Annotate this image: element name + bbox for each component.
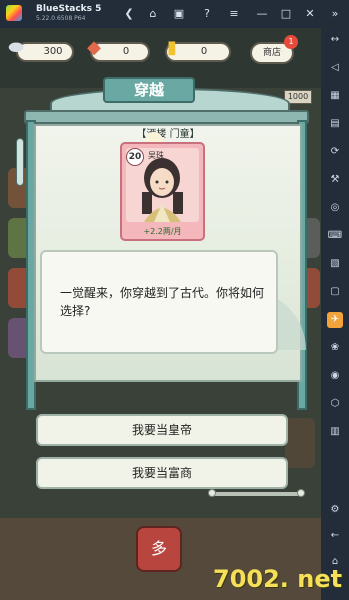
menu-icon[interactable]: ≡ (226, 6, 242, 22)
app-title: BlueStacks 5 (36, 4, 102, 14)
install-apk-icon[interactable]: ▧ (327, 256, 343, 272)
home-icon[interactable]: ⌂ (145, 6, 161, 22)
character-level: 20 (126, 148, 144, 166)
shake-icon[interactable]: ❀ (327, 340, 343, 356)
nav-back-icon[interactable]: ← (327, 528, 343, 544)
background-character (285, 418, 315, 468)
maximize-icon[interactable]: □ (278, 6, 294, 22)
silver-ingot-icon: ⬬ (8, 37, 24, 58)
emulator-titlebar: BlueStacks 5 5.22.0.6508 P64 ❮ ⌂ ▣ ? ≡ —… (0, 0, 349, 28)
screenshot-icon[interactable]: ▤ (327, 116, 343, 132)
sidebar-toggle-icon[interactable]: » (327, 6, 343, 22)
choice-merchant-button[interactable]: 我要当富商 (36, 457, 288, 489)
modal-eave (24, 110, 309, 124)
location-label: 【酒楼 门童】 (136, 129, 200, 140)
collapse-icon[interactable]: ↔ (327, 32, 343, 48)
record-icon[interactable]: ▦ (327, 88, 343, 104)
back-icon[interactable]: ❮ (121, 6, 137, 22)
choice-emperor-button[interactable]: 我要当皇帝 (36, 414, 288, 446)
scroll-handle-left[interactable] (208, 489, 216, 497)
site-watermark: 7002. net (213, 565, 343, 593)
left-tassel (16, 138, 24, 186)
bottom-menu-button[interactable]: 多 (136, 526, 182, 572)
modal-title: 穿越 (103, 77, 195, 103)
bluestacks-logo-icon (6, 5, 22, 21)
emulator-sidebar: ↔ ◁ ▦ ▤ ⟳ ⚒ ◎ ⌨ ▧ ▢ ✈ ❀ ◉ ⬡ ▥ ⚙ ← ⌂ (321, 28, 349, 600)
location-icon[interactable]: ◉ (327, 368, 343, 384)
airplane-icon[interactable]: ✈ (327, 312, 343, 328)
settings-icon[interactable]: ⚙ (327, 502, 343, 518)
keyboard-icon[interactable]: ⌨ (327, 228, 343, 244)
minimize-icon[interactable]: — (254, 6, 270, 22)
ticket-icon: ◆ (87, 37, 101, 58)
help-icon[interactable]: ? (199, 6, 215, 22)
macro-icon[interactable]: ▥ (327, 424, 343, 440)
scroll-track[interactable] (212, 492, 302, 496)
volume-icon[interactable]: ◁ (327, 60, 343, 76)
story-dialog: 一觉醒来，你穿越到了古代。你将如何选择? (40, 250, 278, 354)
gamepad-icon[interactable]: ⚒ (327, 172, 343, 188)
shop-notification-badge: 1 (284, 35, 298, 49)
rotate-icon[interactable]: ⟳ (327, 144, 343, 160)
close-icon[interactable]: ✕ (302, 6, 318, 22)
character-card[interactable]: 20 吴珠 +2.2两/月 (120, 142, 205, 241)
app-version: 5.22.0.6508 P64 (36, 15, 86, 22)
game-viewport: 1000 300 ⬬ 0 ◆ 0 ▮ 商店 1 穿越 【酒楼 门童】 20 吴珠… (0, 28, 321, 600)
story-text: 一觉醒来，你穿越到了古代。你将如何选择? (60, 286, 265, 318)
folder-icon[interactable]: ▢ (327, 284, 343, 300)
stack-icon[interactable]: ⬡ (327, 396, 343, 412)
character-name: 吴珠 (148, 151, 164, 160)
scroll-handle-right[interactable] (297, 489, 305, 497)
gold-bar-icon: ▮ (167, 37, 177, 58)
layers-icon[interactable]: ▣ (171, 6, 187, 22)
character-income: +2.2两/月 (143, 227, 182, 236)
camera-icon[interactable]: ◎ (327, 200, 343, 216)
